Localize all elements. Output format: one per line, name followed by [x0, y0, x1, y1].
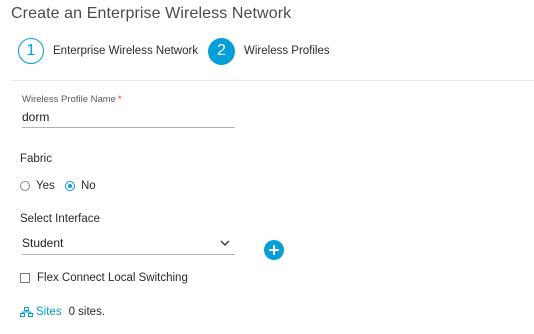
interface-select[interactable]: Student [22, 232, 235, 255]
header-divider [11, 80, 534, 81]
interface-selected-value: Student [22, 236, 64, 250]
sites-count: 0 sites. [68, 306, 106, 318]
step-label: Wireless Profiles [244, 45, 330, 57]
sites-link-label: Sites [36, 306, 62, 318]
chevron-down-icon [220, 240, 230, 246]
page-title: Create an Enterprise Wireless Network [11, 5, 292, 22]
add-interface-button[interactable] [264, 240, 284, 260]
sites-link[interactable]: Sites [20, 306, 62, 318]
step-number-2: 2 [208, 37, 235, 65]
required-mark: * [117, 94, 122, 105]
flex-connect-label: Flex Connect Local Switching [37, 272, 188, 284]
profile-name-label: Wireless Profile Name * [22, 94, 122, 105]
fabric-no-option[interactable]: No [65, 178, 96, 194]
radio-yes-label: Yes [36, 180, 55, 192]
sites-row: Sites 0 sites. [20, 306, 105, 318]
step-number-1: 1 [18, 38, 44, 64]
fabric-yes-option[interactable]: Yes [20, 178, 55, 194]
profile-name-input[interactable] [22, 106, 235, 128]
sites-hierarchy-icon [20, 307, 33, 317]
select-interface-label: Select Interface [20, 213, 100, 225]
radio-no[interactable] [65, 181, 75, 191]
radio-yes[interactable] [20, 181, 30, 191]
profile-name-label-text: Wireless Profile Name [22, 94, 116, 105]
step-label: Enterprise Wireless Network [53, 45, 199, 57]
fabric-label: Fabric [20, 153, 52, 165]
flex-connect-checkbox[interactable] [20, 273, 30, 283]
flex-connect-option[interactable]: Flex Connect Local Switching [20, 272, 188, 284]
plus-circle-icon [269, 245, 279, 255]
radio-no-label: No [81, 180, 96, 192]
step-enterprise-wireless-network[interactable]: 1 Enterprise Wireless Network [18, 36, 198, 66]
step-wireless-profiles[interactable]: 2 Wireless Profiles [208, 36, 330, 66]
